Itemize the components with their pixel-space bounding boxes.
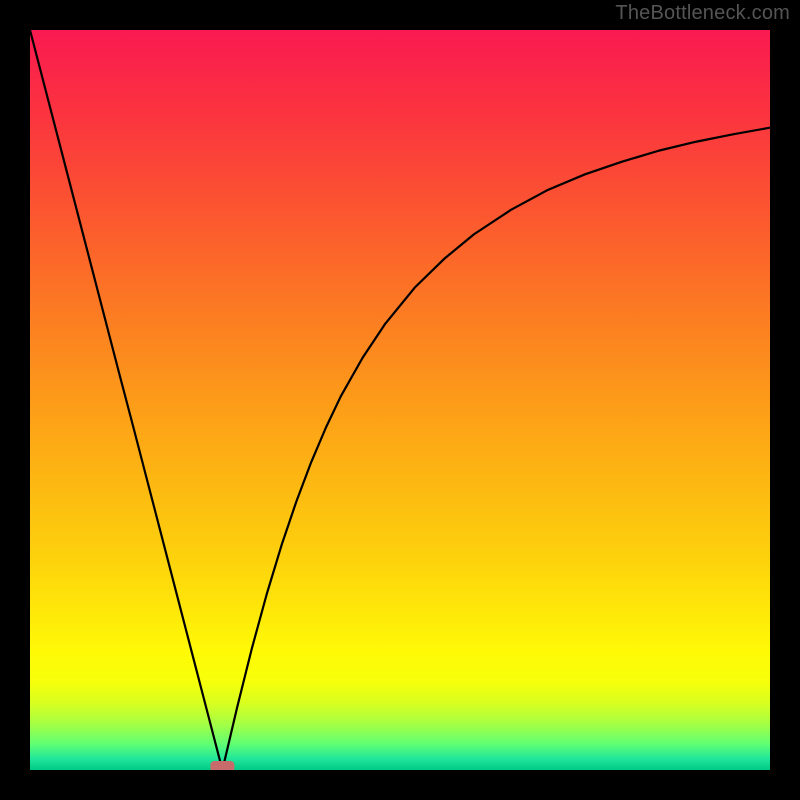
chart-frame: TheBottleneck.com [0, 0, 800, 800]
plot-area [30, 30, 770, 770]
marker [210, 761, 234, 770]
chart-svg [30, 30, 770, 770]
chart-background [30, 30, 770, 770]
watermark-text: TheBottleneck.com [615, 2, 790, 25]
